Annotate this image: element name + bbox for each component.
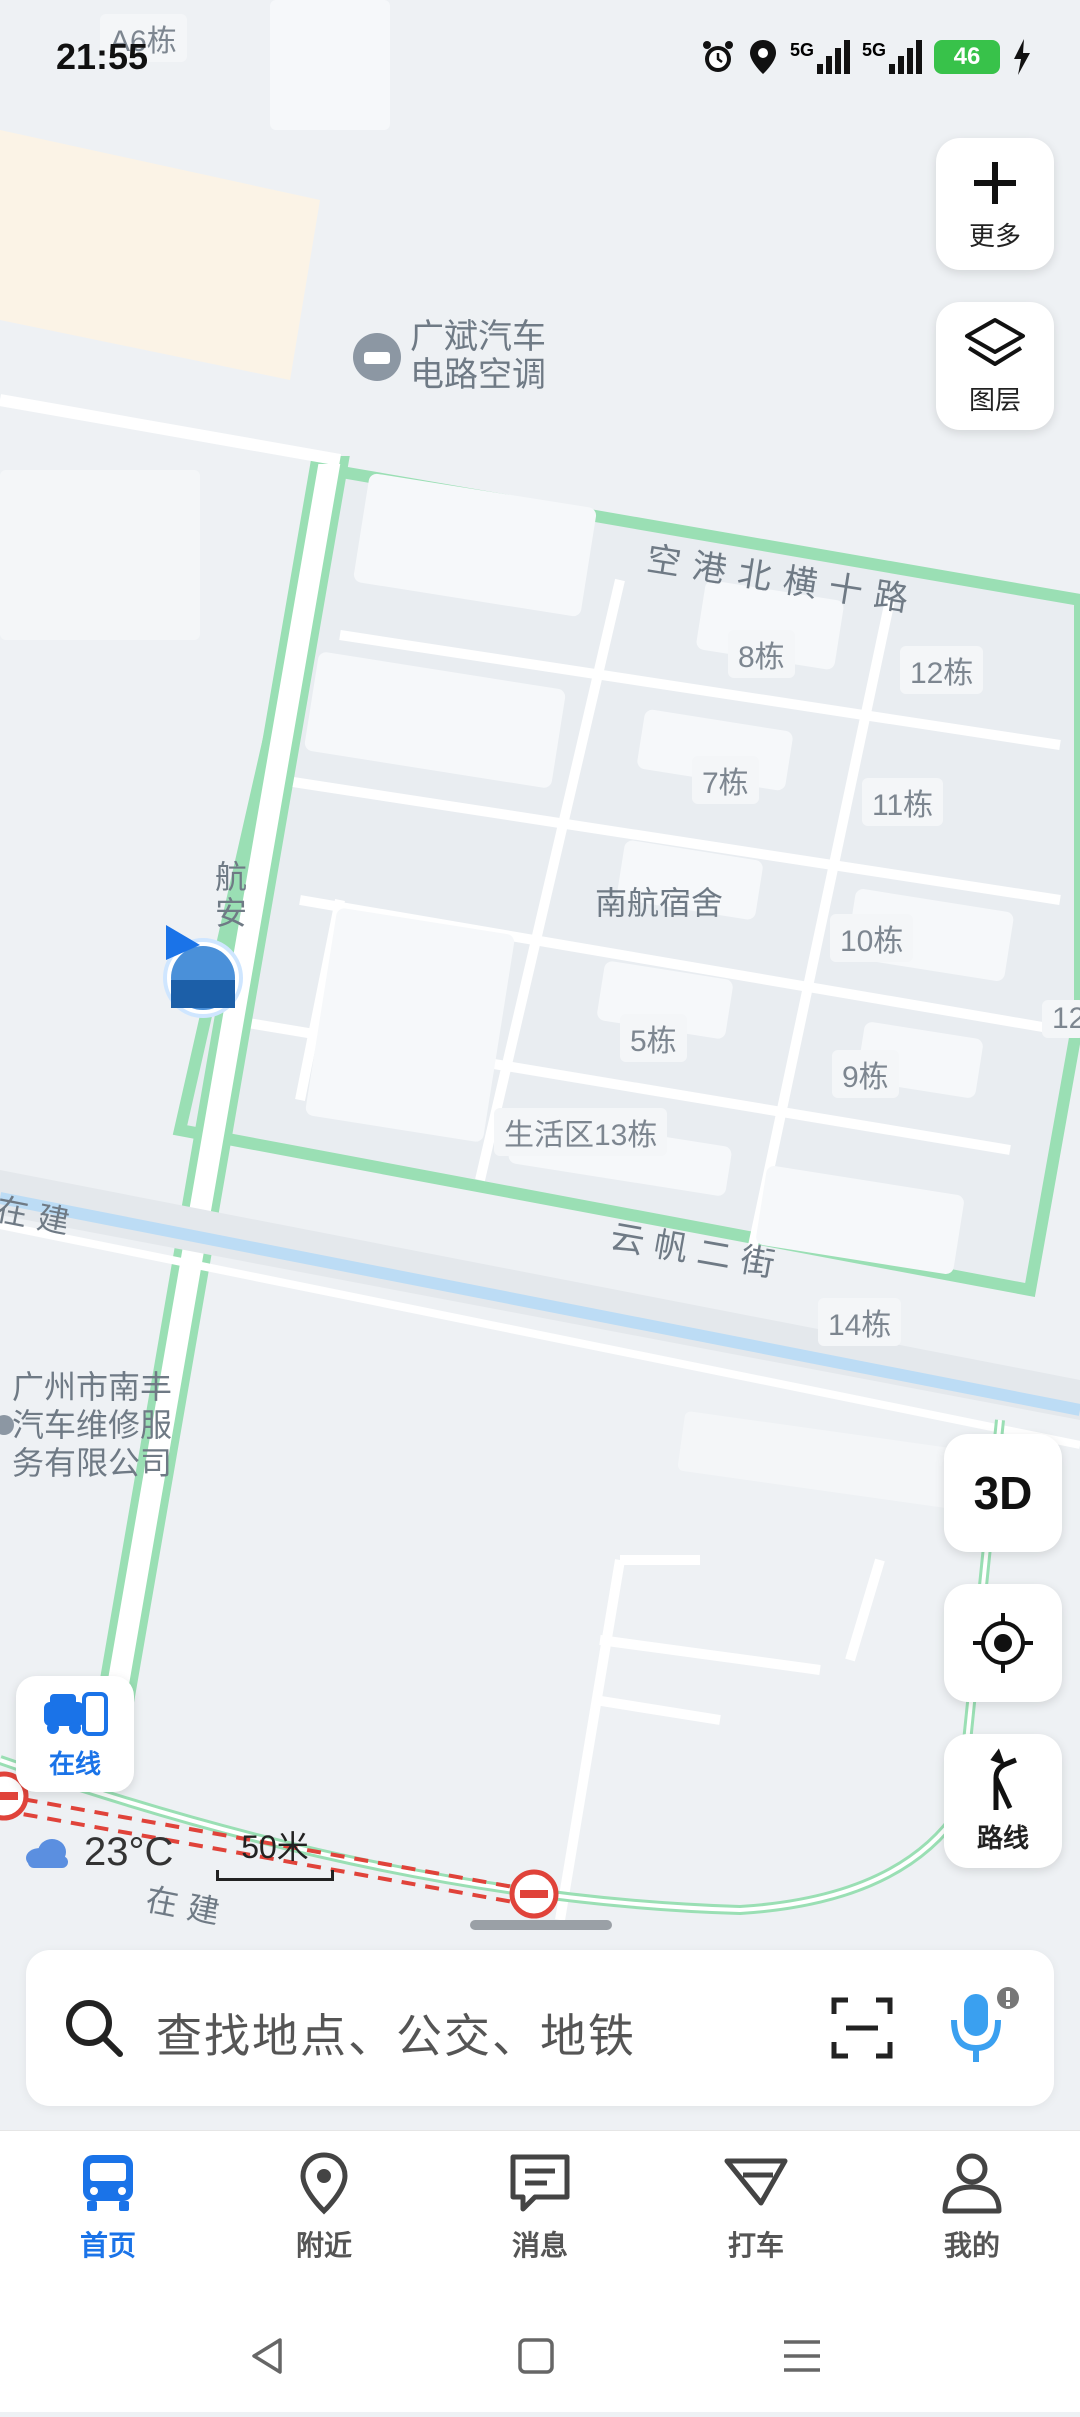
tab-nearby[interactable]: 附近	[254, 2151, 394, 2264]
signal-5g-icon: 5G	[790, 40, 850, 74]
online-car-icon	[44, 1691, 108, 1736]
building-label[interactable]: 14栋	[818, 1298, 902, 1346]
more-label: 更多	[968, 220, 1021, 251]
network-label: 5G	[861, 40, 886, 60]
temperature-text: 23°C	[84, 1830, 174, 1874]
poi-label[interactable]: 汽车维修服	[12, 1406, 172, 1444]
area-label[interactable]: 南航宿舍	[595, 884, 723, 922]
layers-button[interactable]: 图层	[936, 302, 1054, 430]
building-label[interactable]: 11栋	[862, 778, 944, 826]
poi-label[interactable]: 务有限公司	[12, 1444, 172, 1482]
tab-messages[interactable]: 消息	[470, 2151, 610, 2264]
signal-5g-icon: 5G	[862, 40, 922, 74]
search-icon	[66, 2000, 123, 2057]
plus-icon	[974, 161, 1016, 204]
building-label[interactable]: 9栋	[832, 1050, 899, 1098]
online-service-button[interactable]: 在线	[16, 1676, 134, 1792]
search-bar[interactable]: 查找地点、公交、地铁	[26, 1950, 1054, 2106]
building-label[interactable]: 8栋	[728, 630, 795, 678]
home-icon[interactable]	[514, 2334, 558, 2378]
layers-icon	[965, 317, 1025, 366]
scan-icon[interactable]	[830, 1996, 894, 2060]
tab-label: 首页	[79, 2230, 136, 2261]
tab-label: 我的	[943, 2230, 1000, 2261]
status-time: 21:55	[56, 36, 149, 77]
tab-me[interactable]: 我的	[902, 2151, 1042, 2264]
scale-bar	[216, 1870, 334, 1881]
more-button[interactable]: 更多	[936, 138, 1054, 270]
building-label[interactable]: 5栋	[620, 1014, 687, 1062]
alarm-icon	[702, 41, 733, 72]
back-icon[interactable]	[246, 2334, 290, 2378]
route-button[interactable]: 路线	[944, 1734, 1062, 1868]
system-navigation-bar	[0, 2300, 1080, 2412]
no-entry-icon	[509, 1869, 559, 1919]
locate-me-button[interactable]	[944, 1584, 1062, 1702]
message-icon	[510, 2154, 570, 2212]
user-icon	[942, 2153, 1002, 2214]
layers-label: 图层	[968, 384, 1021, 415]
battery-indicator: 46	[934, 40, 1000, 74]
road-label: 航安	[211, 860, 247, 932]
building-label[interactable]: 12	[1042, 1000, 1080, 1038]
building-label[interactable]: 生活区13栋	[494, 1108, 668, 1156]
cloud-icon	[26, 1838, 68, 1868]
building-label[interactable]: 7栋	[692, 756, 759, 804]
bottom-tab-bar: 首页 附近 消息 打车 我的	[0, 2130, 1080, 2301]
location-pin-icon	[749, 40, 776, 74]
microphone-icon[interactable]	[946, 1986, 1022, 2070]
3d-view-button[interactable]: 3D	[944, 1434, 1062, 1552]
tab-home[interactable]: 首页	[38, 2151, 178, 2264]
status-bar: 21:55 5G 5G 46	[0, 30, 1080, 94]
sheet-drag-handle[interactable]	[470, 1920, 612, 1930]
status-icons: 5G 5G 46	[700, 38, 1032, 76]
tab-label: 打车	[727, 2230, 784, 2261]
search-input[interactable]: 查找地点、公交、地铁	[156, 2000, 636, 2066]
location-pin-icon	[300, 2152, 348, 2215]
bus-icon	[83, 2155, 133, 2211]
route-label: 路线	[976, 1822, 1029, 1853]
building-block	[0, 470, 200, 640]
poi-label[interactable]: 电路空调	[410, 356, 546, 394]
tab-label: 附近	[295, 2230, 352, 2261]
map-scale: 50米	[216, 1822, 334, 1881]
taxi-icon	[724, 2158, 788, 2206]
building-label[interactable]: 10栋	[830, 914, 914, 962]
tab-taxi[interactable]: 打车	[686, 2151, 826, 2264]
network-label: 5G	[789, 40, 814, 60]
car-service-poi-icon[interactable]	[353, 333, 401, 381]
tab-label: 消息	[511, 2230, 568, 2261]
route-arrow-icon	[990, 1747, 1017, 1810]
scale-label: 50米	[241, 1829, 309, 1865]
recent-apps-icon[interactable]	[780, 2334, 824, 2378]
building-label[interactable]: 12栋	[900, 646, 984, 694]
poi-label[interactable]: 广州市南丰	[12, 1368, 172, 1406]
weather-widget[interactable]: 23°C	[22, 1830, 173, 1875]
charging-icon	[1014, 39, 1030, 75]
crosshair-icon	[973, 1613, 1033, 1673]
online-label: 在线	[48, 1748, 101, 1779]
poi-label[interactable]: 广斌汽车	[410, 318, 546, 356]
3d-label: 3D	[973, 1467, 1033, 1519]
